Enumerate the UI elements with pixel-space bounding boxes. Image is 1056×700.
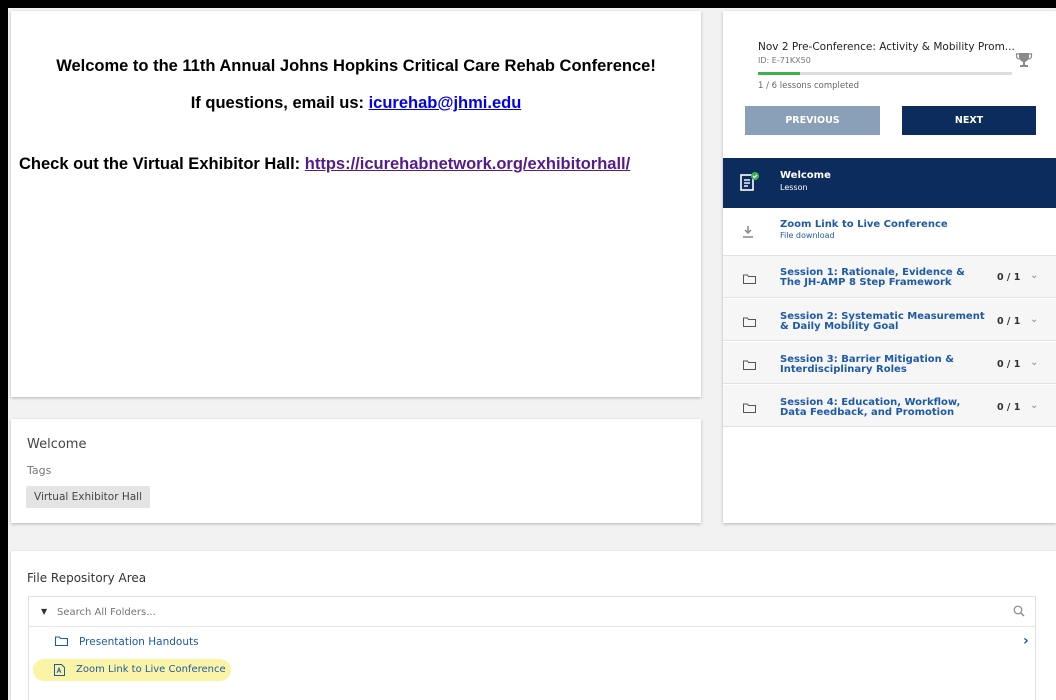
course-id: ID: E-71KX50 bbox=[758, 56, 811, 65]
lesson-title: Zoom Link to Live Conference bbox=[780, 219, 948, 230]
lesson-subtitle: Lesson bbox=[780, 183, 808, 192]
course-title: Nov 2 Pre-Conference: Activity & Mobilit… bbox=[758, 41, 1015, 53]
file-label: Zoom Link to Live Conference bbox=[76, 664, 226, 675]
chevron-down-icon[interactable]: ⌄ bbox=[1030, 400, 1038, 411]
session-count: 0 / 1 bbox=[997, 316, 1021, 327]
lesson-complete-icon bbox=[740, 172, 759, 191]
repo-title: File Repository Area bbox=[27, 571, 147, 585]
session-count: 0 / 1 bbox=[997, 272, 1021, 283]
window-frame-top bbox=[0, 0, 1056, 8]
chevron-down-icon[interactable]: ⌄ bbox=[1030, 314, 1038, 325]
lesson-info-card: Welcome Tags Virtual Exhibitor Hall bbox=[11, 419, 701, 523]
pdf-file-icon bbox=[54, 664, 65, 676]
folder-label: Presentation Handouts bbox=[79, 636, 199, 648]
questions-prefix: If questions, email us: bbox=[190, 94, 369, 112]
questions-line: If questions, email us: icurehab@jhmi.ed… bbox=[11, 94, 701, 113]
course-sidebar: Nov 2 Pre-Conference: Activity & Mobilit… bbox=[723, 11, 1056, 523]
welcome-heading: Welcome to the 11th Annual Johns Hopkins… bbox=[56, 57, 656, 75]
folder-icon bbox=[55, 636, 68, 646]
caret-down-icon[interactable]: ▼ bbox=[41, 607, 47, 616]
course-progress-fill bbox=[758, 72, 801, 75]
session-row[interactable]: Session 1: Rationale, Evidence & The JH-… bbox=[723, 256, 1056, 298]
chevron-down-icon[interactable]: ⌄ bbox=[1030, 357, 1038, 368]
session-title-line2: The JH-AMP 8 Step Framework bbox=[780, 277, 952, 288]
search-icon[interactable] bbox=[1013, 605, 1025, 617]
trophy-icon bbox=[1015, 53, 1033, 67]
folder-search-row: ▼ bbox=[29, 597, 1035, 627]
file-item-zoom-link[interactable]: Zoom Link to Live Conference bbox=[33, 659, 231, 681]
file-repository-panel: File Repository Area ▼ Presentation Hand… bbox=[11, 551, 1056, 700]
session-row[interactable]: Session 4: Education, Workflow, Data Fee… bbox=[723, 385, 1056, 427]
lesson-item-zoom-download[interactable]: Zoom Link to Live Conference File downlo… bbox=[723, 208, 1056, 256]
lesson-info-title: Welcome bbox=[27, 437, 87, 452]
folder-item-presentation-handouts[interactable]: Presentation Handouts › bbox=[29, 627, 1035, 657]
next-button[interactable]: NEXT bbox=[902, 106, 1036, 135]
session-row[interactable]: Session 3: Barrier Mitigation & Interdis… bbox=[723, 342, 1056, 384]
download-icon bbox=[743, 226, 753, 238]
previous-button[interactable]: PREVIOUS bbox=[745, 106, 880, 135]
session-title-line2: Data Feedback, and Promotion bbox=[780, 407, 955, 418]
folder-icon bbox=[743, 360, 756, 370]
tag-pill[interactable]: Virtual Exhibitor Hall bbox=[26, 486, 151, 508]
lesson-subtitle: File download bbox=[780, 231, 835, 240]
lesson-item-welcome[interactable]: Welcome Lesson bbox=[723, 158, 1056, 208]
course-progress-bar bbox=[758, 72, 1012, 75]
chevron-right-icon[interactable]: › bbox=[1023, 633, 1029, 649]
session-row[interactable]: Session 2: Systematic Measurement & Dail… bbox=[723, 299, 1056, 341]
folder-icon bbox=[743, 317, 756, 327]
exhibitor-link[interactable]: https://icurehabnetwork.org/exhibitorhal… bbox=[305, 155, 630, 173]
exhibitor-prefix: Check out the Virtual Exhibitor Hall: bbox=[19, 155, 305, 173]
repo-tree: ▼ Presentation Handouts › Zoom Link to L… bbox=[28, 596, 1036, 700]
exhibitor-line: Check out the Virtual Exhibitor Hall: ht… bbox=[19, 155, 630, 174]
folder-icon bbox=[743, 274, 756, 284]
tags-label: Tags bbox=[27, 464, 52, 477]
progress-text: 1 / 6 lessons completed bbox=[758, 81, 860, 91]
session-count: 0 / 1 bbox=[997, 359, 1021, 370]
folder-icon bbox=[743, 403, 756, 413]
session-count: 0 / 1 bbox=[997, 402, 1021, 413]
session-title-line2: Interdisciplinary Roles bbox=[780, 364, 907, 375]
chevron-down-icon[interactable]: ⌄ bbox=[1030, 270, 1038, 281]
email-link[interactable]: icurehab@jhmi.edu bbox=[369, 94, 522, 112]
session-title-line2: & Daily Mobility Goal bbox=[780, 321, 899, 332]
folder-search-input[interactable] bbox=[57, 604, 957, 620]
lesson-content-card: Welcome to the 11th Annual Johns Hopkins… bbox=[11, 11, 701, 397]
lesson-title: Welcome bbox=[780, 170, 831, 181]
window-frame-left bbox=[0, 0, 8, 700]
